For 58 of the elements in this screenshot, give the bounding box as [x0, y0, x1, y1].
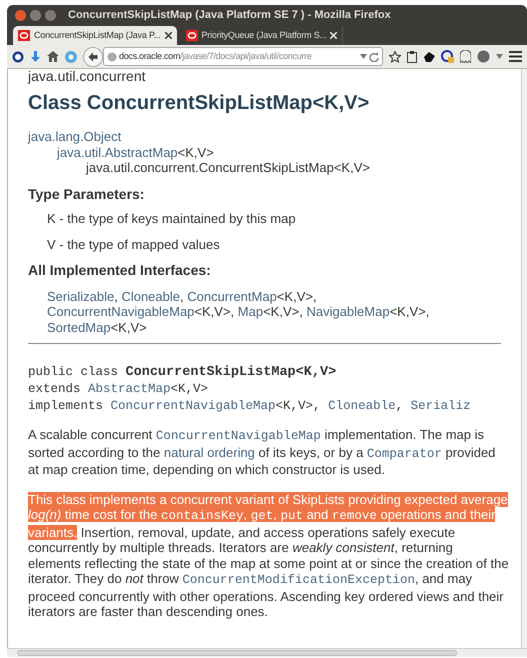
shape-icon[interactable] — [423, 52, 435, 62]
link[interactable]: ConcurrentNavigableMap — [47, 304, 194, 319]
tab-favicon-icon — [186, 30, 198, 41]
window-title: ConcurrentSkipListMap (Java Platform SE 7 ) - Mozilla Firefox — [68, 8, 391, 23]
browser-tab[interactable]: ConcurrentSkipListMap (Java P... — [13, 26, 176, 45]
globe-icon — [107, 52, 117, 62]
type-parameter: V - the type of mapped values — [47, 236, 220, 252]
interface-list: Serializable, Cloneable, ConcurrentMap<K,V>, ConcurrentNavigableMap<K,V>, Map<K,V>, NavigableMap<K,V>, SortedMap<K,V> — [28, 288, 521, 335]
reload-icon[interactable] — [369, 52, 379, 62]
link[interactable]: java.lang.Object — [28, 129, 122, 144]
link[interactable]: Serializ — [410, 399, 471, 413]
home-icon[interactable] — [47, 51, 59, 62]
link[interactable]: AbstractMap — [88, 382, 171, 396]
ghost-icon[interactable] — [460, 50, 471, 63]
download-icon[interactable] — [30, 50, 41, 62]
link[interactable]: ConcurrentMap — [187, 288, 277, 304]
signature-line: public class ConcurrentSkipListMap<K,V> — [28, 364, 338, 381]
link[interactable]: Map — [238, 304, 264, 319]
link[interactable]: NavigableMap — [306, 304, 390, 319]
star-icon[interactable] — [389, 50, 401, 62]
link[interactable]: Serializable — [47, 288, 114, 304]
description-paragraph: A scalable concurrent ConcurrentNavigableMap implementation. The map is sorted according to the natural ordering of its keys, or by a Comparator provided at map creation time, depending on which constructor is used. — [28, 427, 496, 478]
section-heading: Type Parameters: — [28, 186, 144, 202]
back-icon[interactable] — [83, 46, 103, 66]
link[interactable]: Comparator — [366, 446, 442, 460]
package-name: java.util.concurrent — [28, 69, 146, 84]
dropdown-icon[interactable] — [360, 54, 367, 59]
inheritance-item: java.util.concurrent.ConcurrentSkipListMap<K,V> — [86, 160, 370, 176]
close-icon[interactable] — [164, 32, 172, 39]
section-heading: All Implemented Interfaces: — [28, 263, 211, 278]
link[interactable]: ConcurrentModificationException — [182, 573, 415, 587]
address-bar[interactable]: docs.oracle.com/javase/7/docs/api/java/util/concurre — [103, 47, 383, 66]
signature-line: implements ConcurrentNavigableMap<K,V>, Cloneable, Serializ — [28, 398, 472, 415]
link[interactable]: ConcurrentNavigableMap — [110, 399, 276, 413]
link[interactable]: Cloneable — [328, 399, 396, 413]
link[interactable]: Cloneable — [121, 288, 180, 304]
signature-line: extends AbstractMap<K,V> — [28, 381, 210, 398]
maximize-button[interactable] — [45, 10, 56, 20]
circle-icon[interactable] — [12, 50, 24, 62]
close-button[interactable] — [15, 10, 26, 20]
inheritance-item: java.util.AbstractMap<K,V> — [57, 144, 214, 160]
badge-icon[interactable] — [441, 50, 454, 63]
tab-favicon-icon — [18, 30, 30, 41]
dropdown-icon[interactable] — [496, 54, 503, 59]
circle-icon[interactable] — [477, 50, 490, 63]
description-paragraph: This class implements a concurrent variant of SkipLists providing expected average log(n) time cost for the containsKey, get, put and remove operations and their variants. Insertion, removal, update, and access operations safely execute concurrently by multiple threads. Iterators are weakly consistent, returning elements reflecting the state of the map at some point at or since the creation of the iterator. They do not throw ConcurrentModificationException, and may proceed concurrently with other operations. Ascending key ordered views and their iterators are faster than descending ones. — [28, 492, 509, 620]
type-parameter: K - the type of keys maintained by this map — [47, 211, 296, 226]
link[interactable]: ConcurrentNavigableMap — [156, 429, 321, 443]
menu-icon[interactable] — [509, 51, 522, 62]
vertical-scrollbar[interactable] — [521, 69, 527, 648]
class-title: Class ConcurrentSkipListMap<K,V> — [28, 91, 370, 115]
horizontal-scrollbar[interactable] — [7, 648, 527, 657]
link[interactable]: natural ordering — [164, 444, 255, 460]
clipboard-icon[interactable] — [407, 50, 417, 62]
minimize-button[interactable] — [30, 10, 41, 20]
link[interactable]: SortedMap — [47, 320, 111, 334]
link[interactable]: java.util.AbstractMap — [57, 144, 178, 160]
url-text: docs.oracle.com/javase/7/docs/api/java/util/concurre — [119, 50, 313, 63]
